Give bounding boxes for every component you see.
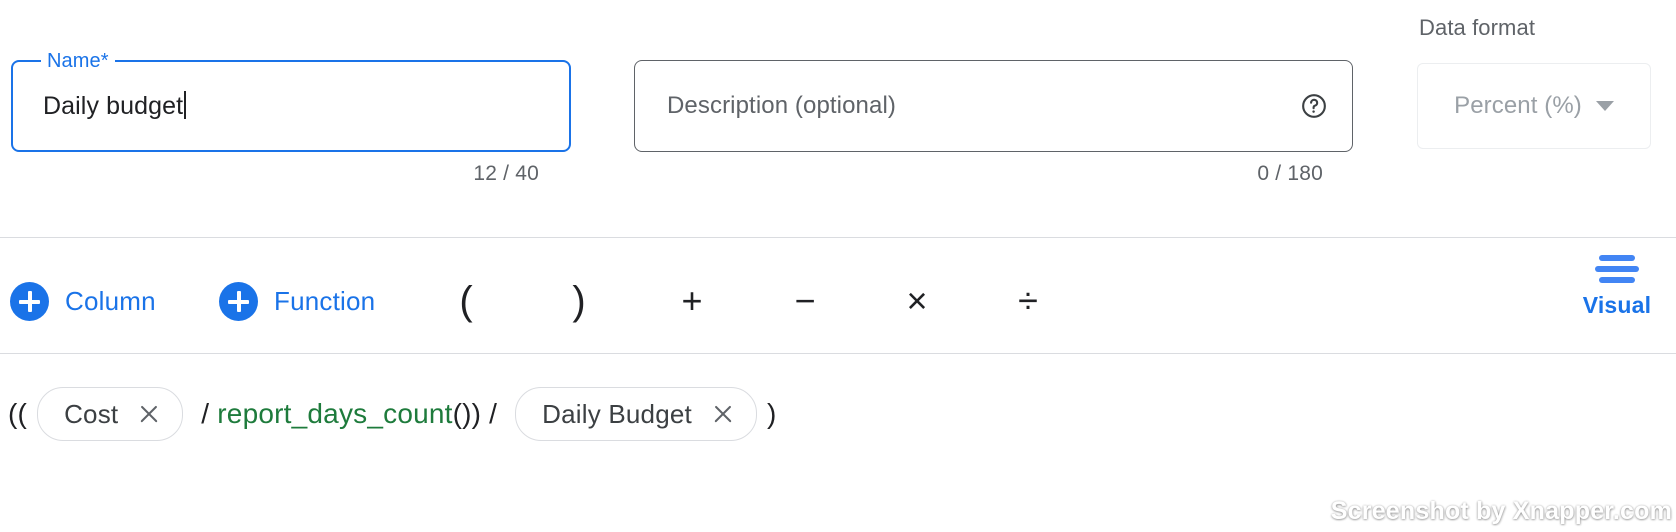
- description-input-placeholder[interactable]: Description (optional): [667, 91, 896, 121]
- align-center-lines-icon: [1595, 252, 1639, 286]
- description-char-counter: 0 / 180: [1257, 162, 1323, 185]
- add-column-label: Column: [65, 286, 156, 316]
- name-input-value: Daily budget: [43, 92, 184, 120]
- data-format-label: Data format: [1419, 15, 1536, 40]
- close-icon[interactable]: [712, 403, 734, 425]
- formula-text-open-parens: ((: [8, 398, 28, 429]
- add-function-label: Function: [274, 286, 376, 316]
- help-circle-icon[interactable]: [1300, 92, 1328, 120]
- formula-chip-daily-budget-label: Daily Budget: [542, 398, 692, 429]
- operator-multiply-button[interactable]: ×: [889, 272, 945, 330]
- formula-text-close-parens-divide: ()) /: [452, 398, 506, 429]
- operator-paren-close-button[interactable]: ): [551, 272, 607, 330]
- operator-paren-open-button[interactable]: (: [438, 272, 494, 330]
- text-caret: [184, 91, 187, 119]
- name-input[interactable]: Daily budget: [43, 90, 187, 122]
- formula-text-divide-1: /: [193, 398, 218, 429]
- watermark: Screenshot by Xnapper.com: [1330, 497, 1672, 525]
- close-icon[interactable]: [138, 403, 160, 425]
- formula-expression[interactable]: (( Cost / report_days_count ()) / Daily …: [0, 354, 1676, 474]
- chevron-down-icon: [1595, 101, 1614, 111]
- operator-divide-button[interactable]: ÷: [1000, 272, 1056, 330]
- form-row: Name* Daily budget 12 / 40 Description (…: [0, 0, 1676, 237]
- formula-function-report-days-count[interactable]: report_days_count: [217, 400, 452, 428]
- operator-toolbar: Column Function ( ) + − × ÷ Visual: [0, 238, 1676, 353]
- formula-chip-daily-budget[interactable]: Daily Budget: [515, 387, 757, 441]
- add-function-button[interactable]: Function: [219, 282, 375, 321]
- plus-circle-icon: [219, 282, 258, 321]
- name-char-counter: 12 / 40: [473, 162, 539, 185]
- visual-mode-label: Visual: [1582, 292, 1652, 318]
- operator-plus-button[interactable]: +: [664, 272, 720, 330]
- data-format-select[interactable]: Percent (%): [1417, 63, 1651, 149]
- name-field-legend: Name*: [41, 50, 115, 72]
- operator-minus-button[interactable]: −: [777, 272, 833, 330]
- name-field[interactable]: Name* Daily budget: [11, 50, 571, 152]
- data-format-value: Percent (%): [1454, 92, 1582, 119]
- formula-chip-cost-label: Cost: [64, 398, 119, 429]
- description-field[interactable]: Description (optional): [634, 60, 1353, 152]
- formula-chip-cost[interactable]: Cost: [37, 387, 184, 441]
- formula-text-final-paren: ): [766, 398, 777, 429]
- visual-mode-toggle[interactable]: Visual: [1573, 252, 1661, 319]
- formula-editor-page: Name* Daily budget 12 / 40 Description (…: [0, 0, 1676, 532]
